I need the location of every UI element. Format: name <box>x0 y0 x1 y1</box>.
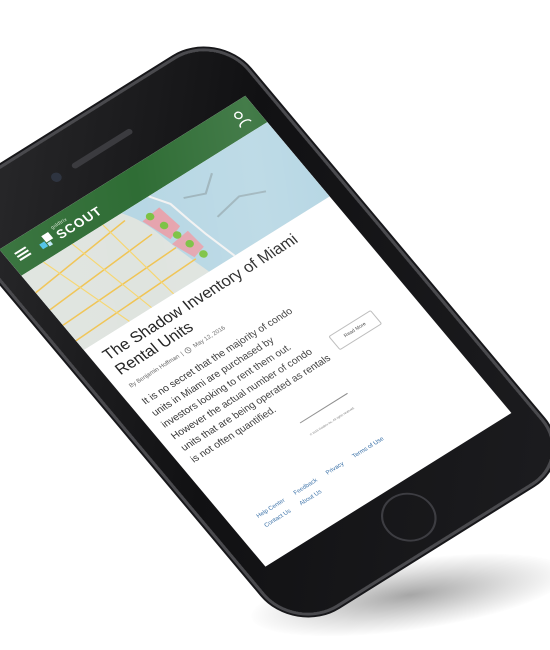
product-shot: goldtrix SCOUT The Shadow Inventory of M… <box>0 0 550 650</box>
footer-link-row: Contact Us About Us <box>263 391 481 530</box>
front-camera <box>48 170 64 184</box>
user-icon[interactable] <box>228 107 253 129</box>
smartphone-mockup: goldtrix SCOUT The Shadow Inventory of M… <box>0 33 550 631</box>
logo-mark-icon <box>34 230 58 251</box>
earpiece-speaker <box>70 127 134 170</box>
menu-icon[interactable] <box>14 246 32 261</box>
meta-separator: | <box>179 351 185 357</box>
clock-icon <box>185 347 192 354</box>
